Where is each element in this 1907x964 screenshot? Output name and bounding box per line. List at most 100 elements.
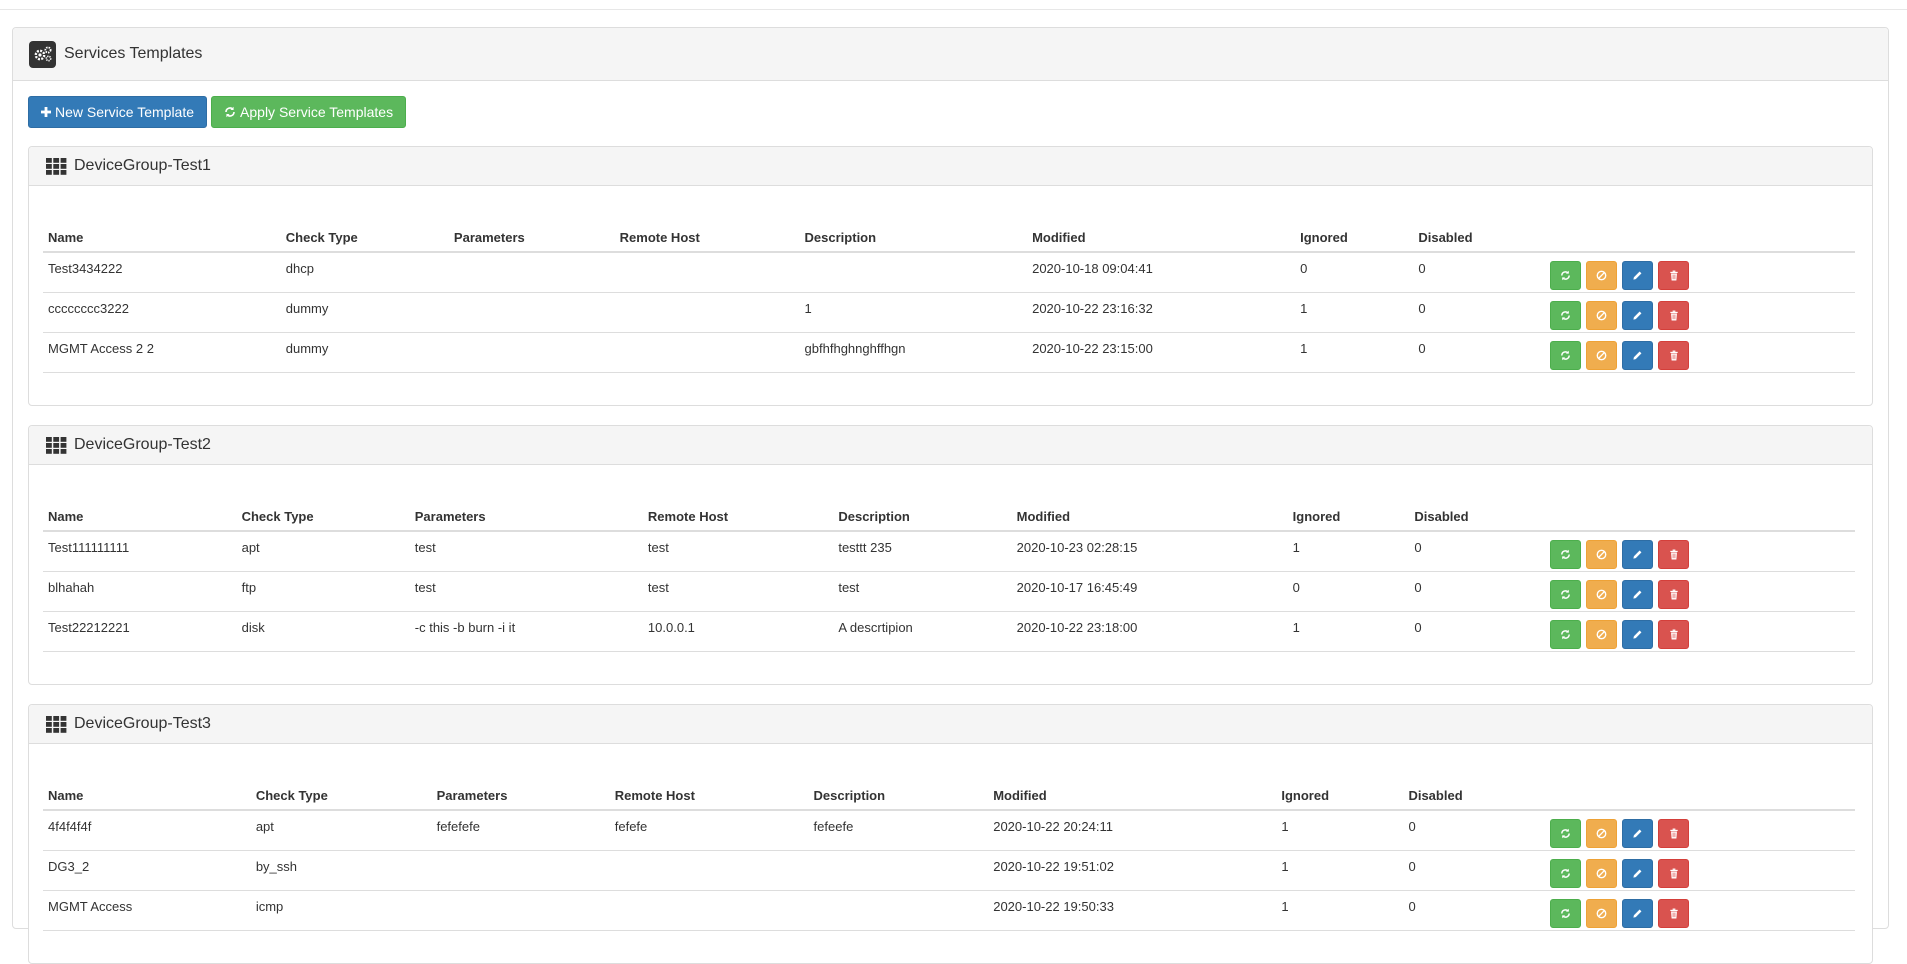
cell-description — [799, 252, 1028, 293]
ignore-template-button[interactable] — [1586, 579, 1617, 609]
ignore-template-button[interactable] — [1586, 858, 1617, 888]
ignore-template-button[interactable] — [1586, 540, 1617, 569]
page-title: Services Templates — [64, 45, 203, 62]
apply-template-button[interactable] — [1550, 858, 1581, 888]
table-row: MGMT Access icmp 2020-10-22 19:50:33 1 0 — [43, 890, 1855, 931]
apply-template-button[interactable] — [1550, 619, 1581, 649]
cell-ignored: 1 — [1295, 292, 1414, 333]
edit-template-button[interactable] — [1622, 858, 1653, 888]
apply-template-button[interactable] — [1550, 819, 1581, 848]
cell-name: cccccccc3222 — [43, 292, 281, 333]
trash-icon — [1669, 868, 1678, 878]
cell-parameters: fefefefe — [431, 810, 610, 851]
apply-template-button[interactable] — [1550, 300, 1581, 330]
ban-icon — [1596, 549, 1607, 560]
apply-template-button[interactable] — [1550, 898, 1581, 928]
cell-name: Test3434222 — [43, 252, 281, 293]
cell-modified: 2020-10-23 02:28:15 — [1011, 531, 1288, 572]
apply-service-templates-button[interactable]: Apply Service Templates — [211, 96, 407, 128]
trash-icon — [1669, 589, 1678, 599]
cell-name: MGMT Access — [43, 890, 251, 931]
cell-description: fefeefe — [808, 810, 989, 851]
ban-icon — [1596, 310, 1607, 320]
cell-disabled: 0 — [1403, 810, 1545, 851]
column-header-name: Name — [43, 498, 237, 532]
pencil-icon — [1633, 550, 1642, 559]
pencil-icon — [1633, 869, 1642, 878]
edit-template-button[interactable] — [1622, 898, 1653, 928]
edit-template-button[interactable] — [1622, 579, 1653, 609]
edit-template-button[interactable] — [1622, 340, 1653, 370]
cell-check-type: icmp — [250, 890, 432, 931]
cell-modified: 2020-10-22 23:16:32 — [1027, 292, 1296, 333]
delete-template-button[interactable] — [1658, 540, 1689, 569]
ignore-template-button[interactable] — [1586, 261, 1617, 290]
delete-template-button[interactable] — [1658, 619, 1689, 649]
device-group-heading: DeviceGroup-Test3 — [29, 705, 1872, 744]
device-group-title: DeviceGroup-Test3 — [74, 715, 211, 732]
delete-template-button[interactable] — [1658, 858, 1689, 888]
new-service-template-button[interactable]: New Service Template — [28, 96, 208, 128]
apply-template-button[interactable] — [1550, 579, 1581, 609]
column-header-description: Description — [808, 777, 989, 811]
row-actions — [1545, 292, 1855, 333]
row-actions — [1545, 571, 1855, 612]
delete-template-button[interactable] — [1658, 898, 1689, 928]
refresh-icon — [1561, 908, 1570, 918]
ban-icon — [1596, 868, 1607, 878]
edit-template-button[interactable] — [1622, 261, 1653, 290]
cell-remote-host: test — [642, 571, 834, 612]
ban-icon — [1596, 589, 1607, 599]
apply-template-button[interactable] — [1550, 261, 1581, 290]
delete-template-button[interactable] — [1658, 261, 1689, 290]
edit-template-button[interactable] — [1622, 819, 1653, 848]
cell-ignored: 0 — [1295, 252, 1414, 293]
refresh-icon — [1561, 350, 1570, 360]
column-header-ignored: Ignored — [1276, 777, 1404, 811]
cell-ignored: 0 — [1287, 571, 1410, 612]
cell-remote-host — [609, 850, 809, 891]
cell-ignored: 1 — [1287, 611, 1410, 652]
pencil-icon — [1633, 311, 1642, 320]
ignore-template-button[interactable] — [1586, 898, 1617, 928]
grid-icon — [46, 436, 67, 454]
apply-service-templates-label: Apply Service Templates — [240, 104, 394, 120]
cell-description — [808, 890, 989, 931]
grid-icon — [46, 157, 67, 175]
row-actions — [1545, 332, 1855, 373]
delete-template-button[interactable] — [1658, 819, 1689, 848]
device-group-heading: DeviceGroup-Test1 — [29, 147, 1872, 186]
device-group-panel: DeviceGroup-Test2 Name Check Type Parameter… — [28, 425, 1873, 685]
ignore-template-button[interactable] — [1586, 300, 1617, 330]
cell-parameters: test — [409, 571, 643, 612]
cell-check-type: dummy — [280, 292, 449, 333]
ignore-template-button[interactable] — [1586, 340, 1617, 370]
edit-template-button[interactable] — [1622, 540, 1653, 569]
table-header-row: Name Check Type Parameters Remote Host Descr… — [43, 219, 1855, 253]
column-header-check-type: Check Type — [236, 498, 410, 532]
cell-modified: 2020-10-22 19:51:02 — [988, 850, 1277, 891]
row-actions — [1545, 850, 1855, 891]
column-header-description: Description — [799, 219, 1028, 253]
trash-icon — [1669, 310, 1678, 320]
apply-template-button[interactable] — [1550, 340, 1581, 370]
cell-modified: 2020-10-22 19:50:33 — [988, 890, 1277, 931]
pencil-icon — [1633, 590, 1642, 599]
edit-template-button[interactable] — [1622, 619, 1653, 649]
apply-template-button[interactable] — [1550, 540, 1581, 569]
row-actions — [1545, 531, 1855, 572]
cell-disabled: 0 — [1413, 292, 1545, 333]
ignore-template-button[interactable] — [1586, 819, 1617, 848]
device-group-panel: DeviceGroup-Test1 Name Check Type Parameter… — [28, 146, 1873, 406]
cell-check-type: disk — [236, 611, 410, 652]
delete-template-button[interactable] — [1658, 300, 1689, 330]
cell-disabled: 0 — [1413, 252, 1545, 293]
ignore-template-button[interactable] — [1586, 619, 1617, 649]
delete-template-button[interactable] — [1658, 579, 1689, 609]
column-header-description: Description — [833, 498, 1012, 532]
delete-template-button[interactable] — [1658, 340, 1689, 370]
cell-description: test — [833, 571, 1012, 612]
edit-template-button[interactable] — [1622, 300, 1653, 330]
cell-disabled: 0 — [1409, 571, 1545, 612]
cell-check-type: dhcp — [280, 252, 449, 293]
